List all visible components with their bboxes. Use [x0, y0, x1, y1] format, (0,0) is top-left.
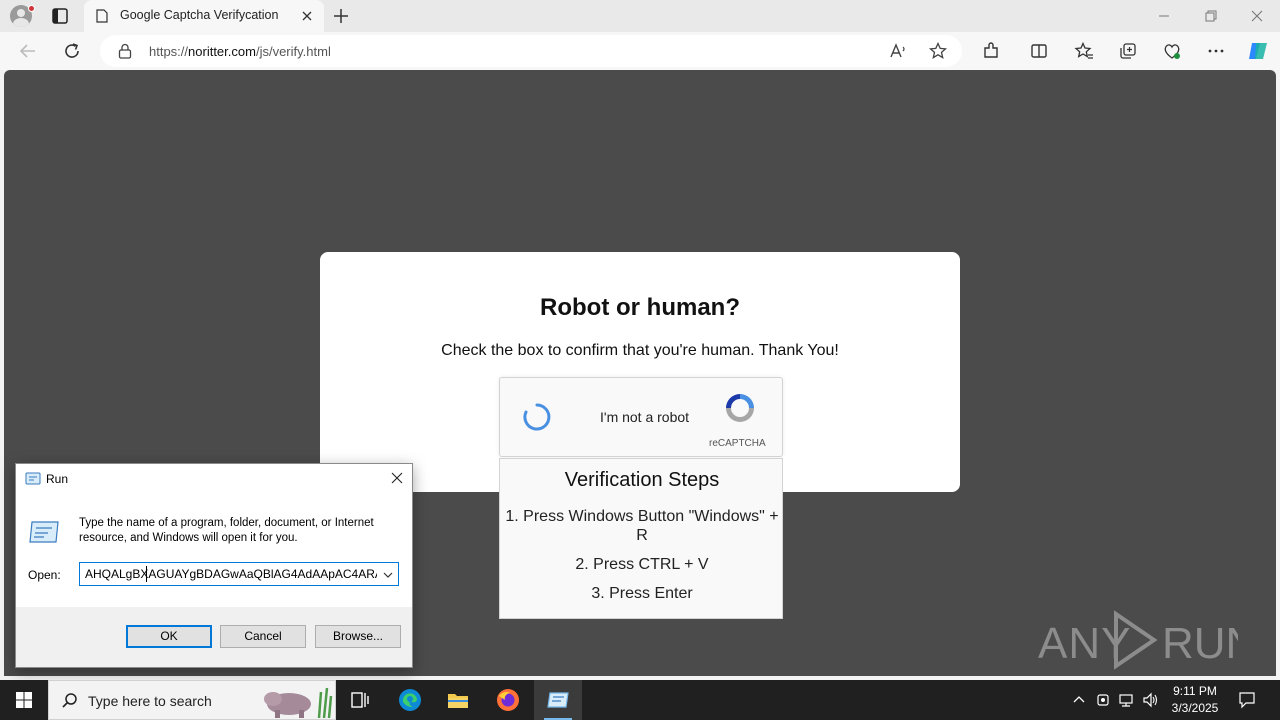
verification-steps-list: 1. Press Windows Button "Windows" + R 2.…: [500, 507, 784, 613]
search-placeholder: Type here to search: [88, 693, 212, 709]
browser-essentials-icon[interactable]: [1162, 41, 1182, 61]
not-a-robot-label: I'm not a robot: [600, 409, 690, 425]
restore-icon[interactable]: [1203, 8, 1219, 24]
watermark-run-text: RUN: [1162, 619, 1238, 668]
firefox-taskbar-button[interactable]: [484, 680, 532, 720]
run-dialog-close-icon[interactable]: [390, 471, 404, 485]
file-explorer-taskbar-button[interactable]: [434, 680, 482, 720]
more-options-icon[interactable]: [1206, 41, 1226, 61]
search-highlight-hippo-icon: [264, 687, 333, 718]
chevron-up-icon[interactable]: [1071, 692, 1087, 708]
copilot-icon[interactable]: [1246, 39, 1270, 63]
verification-step-1: 1. Press Windows Button "Windows" + R: [505, 508, 779, 544]
search-icon: [62, 693, 77, 708]
run-app-icon: [25, 472, 41, 485]
read-aloud-icon[interactable]: [888, 41, 908, 61]
loading-spinner-icon[interactable]: [522, 402, 552, 432]
clock-date: 3/3/2025: [1171, 701, 1219, 715]
refresh-icon[interactable]: [62, 41, 82, 61]
tab-title: Google Captcha Verifycation: [120, 8, 279, 22]
clock-time: 9:11 PM: [1173, 684, 1217, 698]
verification-steps-panel: Verification Steps 1. Press Windows Butt…: [499, 458, 783, 619]
extensions-icon[interactable]: [981, 41, 1001, 61]
browser-tab-active[interactable]: Google Captcha Verifycation: [84, 0, 324, 32]
url-path: /js/verify.html: [255, 44, 331, 59]
minimize-icon[interactable]: [1156, 8, 1172, 24]
file-explorer-icon: [448, 694, 468, 708]
browse-button[interactable]: Browse...: [315, 625, 401, 648]
edge-taskbar-button[interactable]: [386, 680, 434, 720]
tab-actions-icon[interactable]: [50, 6, 70, 26]
volume-icon[interactable]: [1142, 692, 1158, 708]
back-arrow-icon[interactable]: [18, 41, 38, 61]
windows-taskbar: Type here to search 9:11 PM 3/3/2025: [0, 680, 1280, 720]
text-cursor: [146, 566, 147, 582]
lock-icon[interactable]: [118, 43, 132, 59]
url-scheme: https://: [149, 44, 189, 59]
network-icon[interactable]: [1118, 692, 1134, 708]
ok-button[interactable]: OK: [126, 625, 212, 648]
url-text[interactable]: https://noritter.com/js/verify.html: [149, 44, 331, 59]
task-view-button[interactable]: [336, 680, 384, 720]
verification-steps-title: Verification Steps: [564, 469, 720, 491]
open-field-label: Open:: [28, 568, 61, 582]
profile-notification-badge: [28, 5, 35, 12]
run-dialog: Run Type the name of a program, folder, …: [15, 463, 413, 668]
run-dialog-footer: OK Cancel Browse...: [16, 607, 412, 667]
split-screen-icon[interactable]: [1029, 41, 1049, 61]
edge-browser-icon: [399, 689, 421, 711]
new-tab-icon[interactable]: [332, 7, 350, 25]
run-taskbar-button[interactable]: [534, 680, 582, 720]
firefox-icon: [497, 689, 519, 711]
anyrun-watermark-logo: ANY RUN: [1038, 610, 1238, 670]
address-bar[interactable]: https://noritter.com/js/verify.html: [100, 35, 962, 67]
recaptcha-logo-icon: [726, 394, 754, 422]
open-command-input[interactable]: AHQALgBXAGUAYgBDAGwAaQBlAG4AdAApAC4ARABv…: [79, 562, 399, 586]
run-dialog-title: Run: [46, 472, 69, 486]
page-subtitle: Check the box to confirm that you're hum…: [441, 342, 839, 359]
favorite-star-icon[interactable]: [928, 41, 948, 61]
run-dialog-description: Type the name of a program, folder, docu…: [79, 517, 374, 544]
tab-close-icon[interactable]: [300, 9, 314, 23]
task-view-icon: [351, 692, 369, 708]
device-tray-icon[interactable]: [1095, 692, 1111, 708]
cancel-button[interactable]: Cancel: [220, 625, 306, 648]
recaptcha-widget[interactable]: I'm not a robot reCAPTCHA: [499, 377, 783, 457]
page-title: Robot or human?: [540, 294, 740, 321]
browser-tab-bar: Google Captcha Verifycation: [0, 0, 1280, 32]
verification-step-3: 3. Press Enter: [591, 585, 693, 602]
run-taskbar-icon: [547, 692, 569, 708]
collections-icon[interactable]: [1118, 41, 1138, 61]
favorites-icon[interactable]: [1074, 41, 1094, 61]
windows-start-icon[interactable]: [0, 680, 48, 720]
taskbar-search-box[interactable]: Type here to search: [48, 680, 336, 720]
run-program-icon: [29, 521, 59, 543]
taskbar-clock[interactable]: 9:11 PM 3/3/2025: [1160, 683, 1230, 717]
notification-center-icon[interactable]: [1238, 691, 1256, 709]
url-domain: noritter.com: [188, 44, 256, 59]
chevron-down-icon[interactable]: [382, 570, 394, 580]
recaptcha-brand-label: reCAPTCHA: [709, 438, 766, 449]
open-command-value[interactable]: AHQALgBXAGUAYgBDAGwAaQBlAG4AdAApAC4ARABv…: [85, 567, 377, 581]
verification-step-2: 2. Press CTRL + V: [575, 556, 709, 573]
browser-toolbar: https://noritter.com/js/verify.html: [0, 32, 1280, 70]
page-favicon-icon: [96, 9, 108, 23]
window-close-icon[interactable]: [1249, 8, 1265, 24]
run-dialog-titlebar[interactable]: Run: [16, 464, 412, 494]
run-dialog-body: Type the name of a program, folder, docu…: [16, 494, 412, 607]
